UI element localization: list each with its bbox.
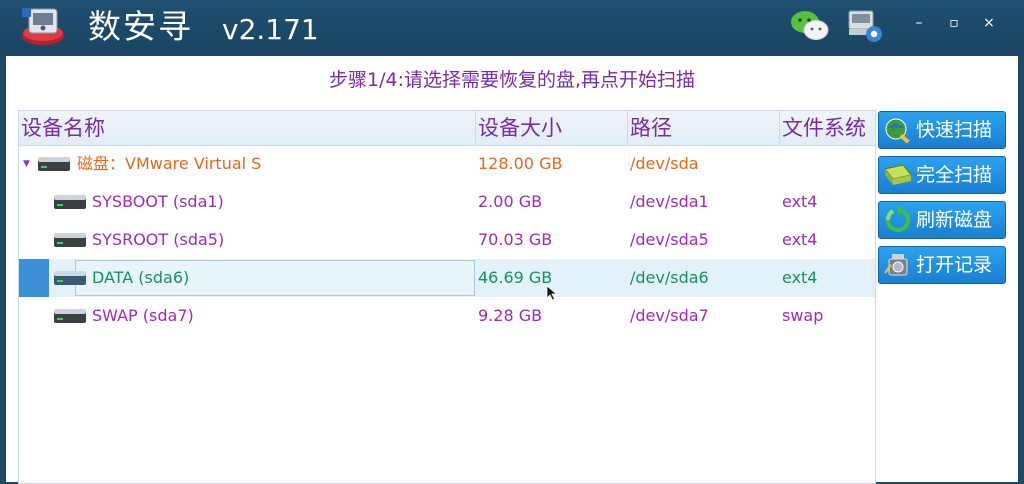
device-filesystem (782, 145, 872, 183)
partition-size: 9.28 GB (478, 306, 543, 325)
column-header-path[interactable]: 路径 (628, 111, 780, 145)
hard-disk-icon (54, 233, 86, 247)
close-button[interactable]: × (976, 10, 1002, 36)
partition-path: /dev/sda7 (630, 306, 709, 325)
partition-name: DATA (sda6) (92, 268, 190, 287)
quick-scan-button[interactable]: 快速扫描 (878, 111, 1006, 149)
step-instruction: 步骤1/4:请选择需要恢复的盘,再点开始扫描 (328, 69, 696, 91)
minimize-button[interactable]: – (906, 10, 932, 36)
title-bar: 数安寻 v2.171 – ▫ × (0, 0, 1024, 56)
device-size: 128.00 GB (478, 154, 563, 173)
partition-size: 70.03 GB (478, 230, 553, 249)
expand-arrow-icon[interactable]: ▼ (23, 145, 30, 183)
full-scan-icon (884, 164, 912, 185)
table-row[interactable]: SYSBOOT (sda1) 2.00 GB /dev/sda1 ext4 (19, 183, 875, 221)
column-header-filesystem[interactable]: 文件系统 (780, 111, 875, 145)
app-title: 数安寻 (88, 7, 193, 46)
quick-scan-label: 快速扫描 (916, 119, 993, 141)
partition-name: SYSBOOT (sda1) (92, 192, 224, 211)
wechat-icon[interactable] (790, 8, 830, 44)
hard-disk-icon (54, 271, 86, 285)
refresh-icon (886, 206, 910, 232)
column-header-device-size[interactable]: 设备大小 (476, 111, 628, 145)
hard-disk-icon (38, 157, 70, 171)
full-scan-label: 完全扫描 (916, 164, 993, 186)
table-row[interactable]: SWAP (sda7) 9.28 GB /dev/sda7 swap (19, 297, 875, 335)
selection-marker (19, 259, 49, 297)
partition-path: /dev/sda1 (630, 192, 709, 211)
maximize-button[interactable]: ▫ (941, 10, 967, 36)
settings-gear-icon[interactable] (846, 8, 884, 44)
table-row[interactable]: SYSROOT (sda5) 70.03 GB /dev/sda5 ext4 (19, 221, 875, 259)
partition-filesystem: ext4 (782, 268, 818, 287)
table-header: 设备名称 设备大小 路径 文件系统 (19, 111, 875, 146)
partition-filesystem: ext4 (782, 230, 818, 249)
table-row-selected[interactable]: DATA (sda6) 46.69 GB /dev/sda6 ext4 (19, 259, 875, 297)
device-name: 磁盘：VMware Virtual S (77, 154, 262, 173)
open-log-button[interactable]: 打开记录 (878, 246, 1006, 284)
refresh-disk-label: 刷新磁盘 (916, 209, 993, 231)
partition-name: SWAP (sda7) (92, 306, 194, 325)
hard-disk-icon (54, 195, 86, 209)
table-row[interactable]: ▼ 磁盘：VMware Virtual S 128.00 GB /dev/sda (19, 145, 875, 183)
open-log-label: 打开记录 (916, 254, 993, 276)
device-path: /dev/sda (630, 154, 699, 173)
partition-path: /dev/sda6 (630, 268, 709, 287)
partition-name: SYSROOT (sda5) (92, 230, 225, 249)
column-header-device-name[interactable]: 设备名称 (19, 111, 476, 145)
app-version: v2.171 (222, 13, 319, 46)
partition-filesystem: ext4 (782, 192, 818, 211)
full-scan-button[interactable]: 完全扫描 (878, 156, 1006, 194)
partition-filesystem: swap (782, 306, 824, 325)
device-table: 设备名称 设备大小 路径 文件系统 ▼ 磁盘：VMware Virtual S … (18, 110, 876, 484)
quick-scan-icon (885, 118, 910, 144)
refresh-disk-button[interactable]: 刷新磁盘 (878, 201, 1006, 239)
hard-disk-icon (54, 309, 86, 323)
main-content: 步骤1/4:请选择需要恢复的盘,再点开始扫描 设备名称 设备大小 路径 文件系统… (6, 56, 1018, 484)
app-logo-icon (22, 8, 64, 45)
log-icon (884, 254, 908, 276)
partition-path: /dev/sda5 (630, 230, 709, 249)
mouse-cursor-icon (546, 285, 558, 301)
partition-size: 2.00 GB (478, 192, 543, 211)
